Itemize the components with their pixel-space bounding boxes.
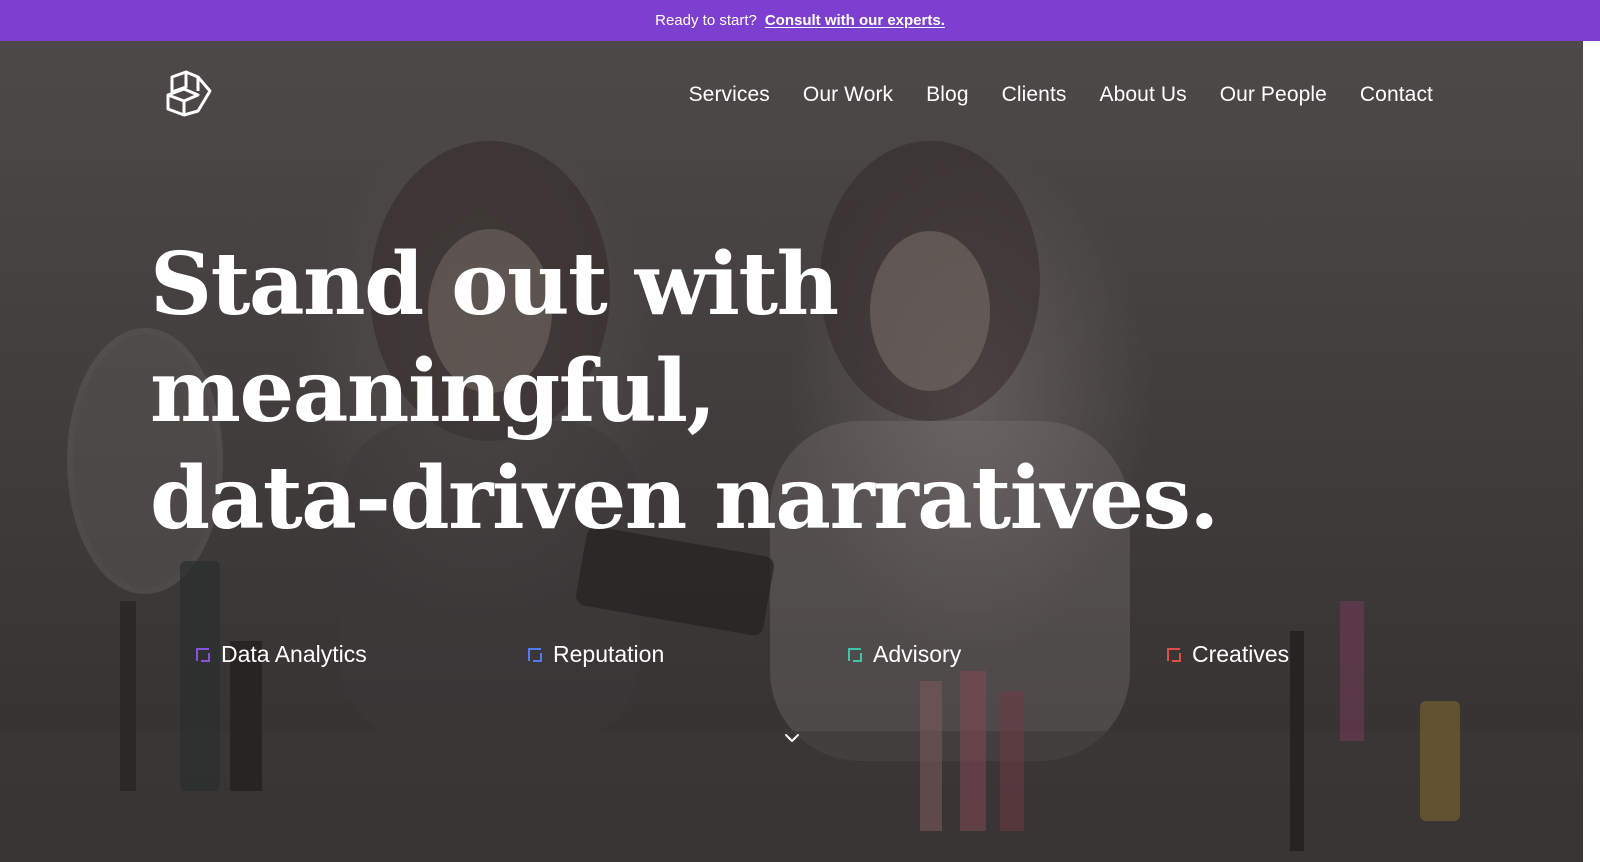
square-bracket-icon (196, 647, 210, 662)
square-bracket-icon (528, 647, 542, 662)
square-bracket-icon (1167, 647, 1181, 662)
nav-clients[interactable]: Clients (1002, 83, 1067, 106)
nav-our-people[interactable]: Our People (1220, 83, 1327, 106)
service-tab-reputation[interactable]: Reputation (527, 641, 664, 668)
headline-line-3: data-driven narratives. (150, 448, 1219, 549)
announcement-text: Ready to start? (655, 12, 757, 29)
scrollbar-gutter (1583, 41, 1600, 862)
service-label: Creatives (1192, 641, 1290, 667)
announcement-bar: Ready to start? Consult with our experts… (0, 0, 1600, 41)
nav-our-work[interactable]: Our Work (803, 83, 893, 106)
site-header: Services Our Work Blog Clients About Us … (0, 41, 1583, 151)
consult-experts-link[interactable]: Consult with our experts. (765, 12, 945, 29)
service-label: Data Analytics (221, 641, 367, 667)
hero-section: Services Our Work Blog Clients About Us … (0, 41, 1583, 862)
square-bracket-icon (848, 647, 862, 662)
nav-contact[interactable]: Contact (1360, 83, 1433, 106)
service-label: Advisory (873, 641, 962, 667)
hero-headline: Stand out with meaningful, data-driven n… (150, 231, 1410, 552)
nav-about-us[interactable]: About Us (1100, 83, 1187, 106)
service-tab-data-analytics[interactable]: Data Analytics (195, 641, 367, 668)
service-tabs: Data Analytics Reputation Advisory Creat… (0, 641, 1583, 689)
nav-services[interactable]: Services (689, 83, 770, 106)
headline-line-1: Stand out with (150, 234, 839, 335)
service-tab-advisory[interactable]: Advisory (847, 641, 961, 668)
nav-blog[interactable]: Blog (926, 83, 968, 106)
main-nav: Services Our Work Blog Clients About Us … (689, 83, 1433, 107)
service-label: Reputation (553, 641, 665, 667)
stacked-boxes-logo-icon[interactable] (164, 69, 216, 121)
chevron-down-icon[interactable] (780, 726, 804, 750)
headline-line-2: meaningful, (150, 341, 716, 442)
service-tab-creatives[interactable]: Creatives (1166, 641, 1289, 668)
